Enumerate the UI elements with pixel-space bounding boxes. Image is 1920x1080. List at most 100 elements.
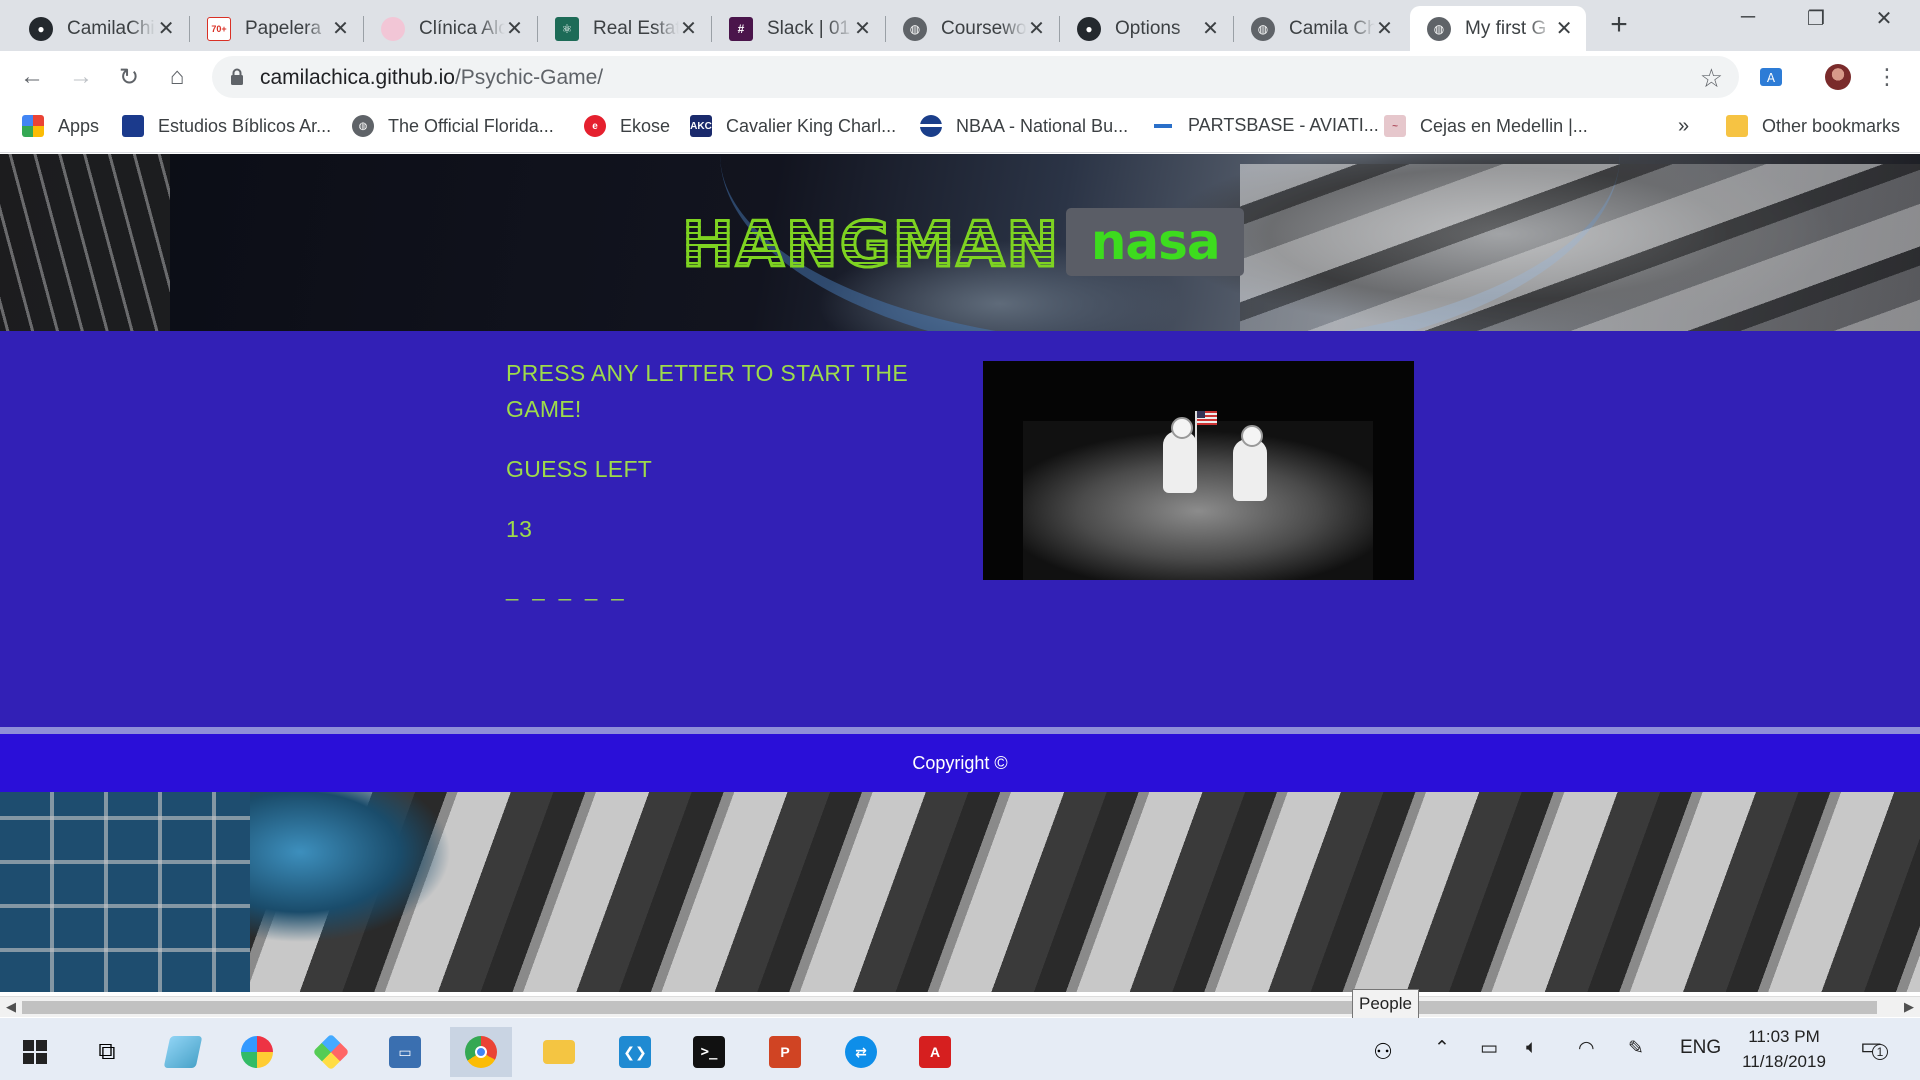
space-station-footer-image <box>0 792 1920 992</box>
close-icon[interactable]: ✕ <box>1554 16 1574 41</box>
scrollbar-thumb[interactable] <box>22 1001 1877 1014</box>
close-icon[interactable]: ✕ <box>505 16 524 41</box>
language-indicator[interactable]: ENG <box>1680 1037 1721 1059</box>
close-icon[interactable]: ✕ <box>156 16 176 41</box>
home-icon[interactable]: ⌂ <box>160 60 194 94</box>
snip-app-icon[interactable] <box>300 1027 362 1077</box>
tab-title: Camila Ch <box>1289 17 1375 39</box>
nasa-logo-text: nasa <box>1090 213 1221 271</box>
close-icon[interactable]: ✕ <box>1375 16 1394 41</box>
tab-my-first-game[interactable]: ◍ My first G ✕ <box>1410 6 1586 51</box>
browser-toolbar: ← → ↻ ⌂ camilachica.github.io/Psychic-Ga… <box>0 51 1920 103</box>
close-icon[interactable]: ✕ <box>331 16 350 41</box>
word-blanks: _ _ _ _ _ <box>506 576 628 601</box>
partsbase-icon <box>1152 123 1174 128</box>
notes-app-icon[interactable] <box>152 1027 214 1077</box>
chrome-taskbar-icon[interactable] <box>450 1027 512 1077</box>
cejas-icon: ~ <box>1384 115 1406 137</box>
ekose-icon: e <box>584 115 606 137</box>
bookmark-akc[interactable]: AKC Cavalier King Charl... <box>690 115 896 137</box>
acrobat-icon[interactable]: A <box>904 1027 966 1077</box>
wifi-icon[interactable]: ◠ <box>1578 1037 1595 1060</box>
close-icon[interactable]: ✕ <box>853 16 872 41</box>
bookmark-ekose[interactable]: e Ekose <box>584 115 670 137</box>
close-icon[interactable]: ✕ <box>679 16 698 41</box>
paint-app-icon[interactable] <box>226 1027 288 1077</box>
task-view-icon[interactable]: ⧉ <box>76 1027 138 1077</box>
tab-title: Slack | 01 <box>767 17 851 39</box>
people-icon[interactable]: ⚇ <box>1352 1027 1414 1077</box>
bookmark-star-icon[interactable]: ☆ <box>1700 63 1723 94</box>
github-icon: ● <box>1077 16 1101 41</box>
tab-slack[interactable]: # Slack | 01 ✕ <box>712 6 884 51</box>
tab-camila-ch[interactable]: ◍ Camila Ch ✕ <box>1234 6 1406 51</box>
windows-logo-icon <box>23 1040 47 1064</box>
scroll-right-icon[interactable]: ▶ <box>1904 999 1914 1015</box>
start-button[interactable] <box>4 1027 66 1077</box>
bookmarks-bar: Apps Estudios Bíblicos Ar... ◍ The Offic… <box>0 103 1920 153</box>
tab-papelera[interactable]: 70+ Papelera ✕ <box>190 6 362 51</box>
tab-real-estate[interactable]: ⚛ Real Estate ✕ <box>538 6 710 51</box>
volume-icon[interactable]: 🔈︎ <box>1526 1037 1537 1059</box>
header-banner: HANGMAN nasa <box>0 154 1920 364</box>
scroll-left-icon[interactable]: ◀ <box>6 999 16 1015</box>
teamviewer-icon[interactable]: ⇄ <box>830 1027 892 1077</box>
file-explorer-icon[interactable] <box>528 1027 590 1077</box>
back-icon[interactable]: ← <box>15 60 49 94</box>
people-tooltip: People <box>1352 989 1419 1019</box>
other-bookmarks[interactable]: Other bookmarks <box>1726 115 1900 137</box>
extension-icon[interactable]: A <box>1758 64 1784 90</box>
more-menu-icon[interactable]: ⋮ <box>1870 60 1904 94</box>
tab-title: Options <box>1115 17 1181 39</box>
web-page: HANGMAN nasa PRESS ANY LETTER TO START T… <box>0 154 1920 996</box>
system-clock[interactable]: 11:03 PM 11/18/2019 <box>1734 1024 1834 1074</box>
terminal-icon[interactable]: >_ <box>678 1027 740 1077</box>
reload-icon[interactable]: ↻ <box>112 60 146 94</box>
url-text: camilachica.github.io/Psychic-Game/ <box>260 66 604 89</box>
us-flag-icon <box>1197 411 1217 425</box>
github-icon: ● <box>29 16 53 41</box>
tab-title: Papelera <box>245 17 322 39</box>
horizontal-scrollbar[interactable]: ◀ ▶ <box>0 996 1920 1017</box>
moon-landing-photo <box>983 361 1414 580</box>
bookmark-apps[interactable]: Apps <box>22 115 99 137</box>
globe-icon: ◍ <box>1427 16 1451 41</box>
forward-icon[interactable]: → <box>64 60 98 94</box>
close-icon[interactable]: ✕ <box>1027 16 1046 41</box>
lunar-surface <box>1023 421 1373 580</box>
address-bar[interactable]: camilachica.github.io/Psychic-Game/ ☆ <box>212 56 1739 98</box>
slack-icon: # <box>729 16 753 41</box>
guess-left-count: 13 <box>506 516 533 542</box>
new-tab-button[interactable]: + <box>1604 10 1634 40</box>
clock-time: 11:03 PM <box>1748 1027 1820 1046</box>
tab-camilachica[interactable]: ● CamilaChica ✕ <box>12 6 188 51</box>
bookmark-partsbase[interactable]: PARTSBASE - AVIATI... <box>1152 115 1379 136</box>
powerpoint-icon[interactable]: P <box>754 1027 816 1077</box>
remote-desktop-icon[interactable]: ▭ <box>374 1027 436 1077</box>
gmail-icon: 70+ <box>207 16 231 41</box>
solar-array-image <box>0 792 250 992</box>
bookmarks-overflow-button[interactable]: » <box>1678 115 1689 138</box>
tab-options[interactable]: ● Options ✕ <box>1060 6 1232 51</box>
bookmark-estudios[interactable]: Estudios Bíblicos Ar... <box>122 115 331 137</box>
bookmark-florida[interactable]: ◍ The Official Florida... <box>352 115 554 137</box>
pen-icon[interactable]: ✎ <box>1628 1037 1644 1060</box>
close-window-icon[interactable]: ✕ <box>1854 6 1914 36</box>
vscode-icon[interactable]: ❮❯ <box>604 1027 666 1077</box>
tab-coursework[interactable]: ◍ Coursework ✕ <box>886 6 1058 51</box>
show-hidden-icons[interactable]: ⌃ <box>1434 1037 1450 1060</box>
profile-avatar[interactable] <box>1825 64 1851 90</box>
battery-icon[interactable]: ▭ <box>1480 1037 1498 1060</box>
action-center-icon[interactable]: ▭ 1 <box>1860 1032 1888 1061</box>
title-hangman: HANGMAN <box>680 208 1061 281</box>
space-station-image <box>1240 164 1920 331</box>
restore-icon[interactable]: ❐ <box>1786 6 1846 36</box>
minimize-icon[interactable]: ─ <box>1718 6 1778 36</box>
tab-title: CamilaChica <box>67 17 156 39</box>
bookmark-cejas[interactable]: ~ Cejas en Medellin |... <box>1384 115 1588 137</box>
lock-icon <box>231 68 243 85</box>
tab-clinica[interactable]: Clínica Alc ✕ <box>364 6 536 51</box>
bookmark-nbaa[interactable]: NBAA - National Bu... <box>920 115 1128 137</box>
close-icon[interactable]: ✕ <box>1201 16 1220 41</box>
tab-strip: ● CamilaChica ✕ 70+ Papelera ✕ Clínica A… <box>0 0 1920 51</box>
